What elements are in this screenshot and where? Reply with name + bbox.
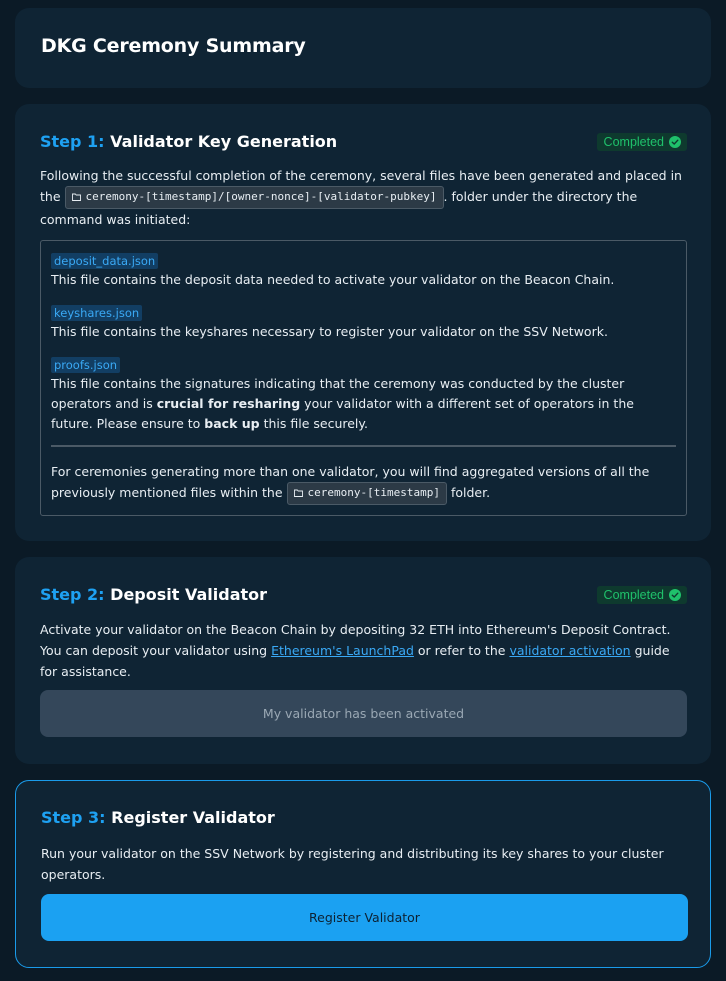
step1-status-text: Completed bbox=[603, 135, 664, 149]
step3-title: Step 3: Register Validator bbox=[41, 808, 275, 827]
folder-icon bbox=[293, 486, 303, 502]
file-name-tag: deposit_data.json bbox=[51, 253, 159, 269]
step1-title-text: Validator Key Generation bbox=[110, 132, 338, 151]
file-item-keyshares: keyshares.json This file contains the ke… bbox=[51, 302, 678, 342]
proofs-desc-bold-backup: back up bbox=[204, 416, 260, 431]
output-folder-path-text: ceremony-[timestamp]/[owner-nonce]-[vali… bbox=[85, 190, 437, 203]
step2-title: Step 2: Deposit Validator bbox=[40, 585, 267, 604]
file-item-deposit-data: deposit_data.json This file contains the… bbox=[51, 250, 678, 290]
file-item-proofs: proofs.json This file contains the signa… bbox=[51, 354, 678, 434]
step1-label: Step 1: bbox=[40, 132, 105, 151]
file-name-tag: keyshares.json bbox=[51, 305, 143, 321]
output-folder-path: ceremony-[timestamp]/[owner-nonce]-[vali… bbox=[64, 186, 444, 209]
step3-label: Step 3: bbox=[41, 808, 106, 827]
file-description: This file contains the deposit data need… bbox=[51, 272, 615, 287]
step1-title: Step 1: Validator Key Generation bbox=[40, 132, 337, 151]
validator-activation-link[interactable]: validator activation bbox=[509, 643, 630, 658]
folder-icon bbox=[71, 190, 81, 206]
summary-header-card: DKG Ceremony Summary bbox=[15, 8, 711, 88]
step2-description: Activate your validator on the Beacon Ch… bbox=[40, 619, 689, 682]
file-description: This file contains the signatures indica… bbox=[51, 374, 678, 434]
step2-card: Step 2: Deposit Validator Completed Acti… bbox=[15, 557, 711, 764]
file-name-tag: proofs.json bbox=[51, 357, 121, 373]
step2-title-text: Deposit Validator bbox=[110, 585, 268, 604]
step2-status-text: Completed bbox=[603, 588, 664, 602]
ethereum-launchpad-link[interactable]: Ethereum's LaunchPad bbox=[271, 643, 414, 658]
aggregate-folder-path: ceremony-[timestamp] bbox=[286, 482, 447, 505]
validator-activated-button[interactable]: My validator has been activated bbox=[40, 690, 687, 737]
file-description: This file contains the keyshares necessa… bbox=[51, 324, 608, 339]
proofs-desc-part3: this file securely. bbox=[259, 416, 368, 431]
check-circle-icon bbox=[669, 136, 681, 148]
step3-description: Run your validator on the SSV Network by… bbox=[41, 846, 664, 882]
step2-text-part2: or refer to the bbox=[413, 643, 510, 658]
note-after: folder. bbox=[446, 485, 491, 500]
aggregate-folder-path-text: ceremony-[timestamp] bbox=[307, 486, 440, 499]
step1-status-badge: Completed bbox=[596, 133, 687, 151]
files-divider bbox=[51, 445, 676, 447]
proofs-desc-bold-resharing: crucial for resharing bbox=[156, 396, 301, 411]
step2-label: Step 2: bbox=[40, 585, 105, 604]
step1-card: Step 1: Validator Key Generation Complet… bbox=[15, 104, 711, 541]
check-circle-icon bbox=[669, 589, 681, 601]
step3-card: Step 3: Register Validator Run your vali… bbox=[15, 780, 711, 968]
register-validator-button[interactable]: Register Validator bbox=[41, 894, 688, 941]
page-title: DKG Ceremony Summary bbox=[41, 35, 306, 57]
aggregated-files-note: For ceremonies generating more than one … bbox=[51, 461, 678, 505]
generated-files-box: deposit_data.json This file contains the… bbox=[40, 240, 687, 516]
step3-title-text: Register Validator bbox=[111, 808, 275, 827]
step2-status-badge: Completed bbox=[596, 586, 687, 604]
step1-intro: Following the successful completion of t… bbox=[40, 165, 689, 230]
